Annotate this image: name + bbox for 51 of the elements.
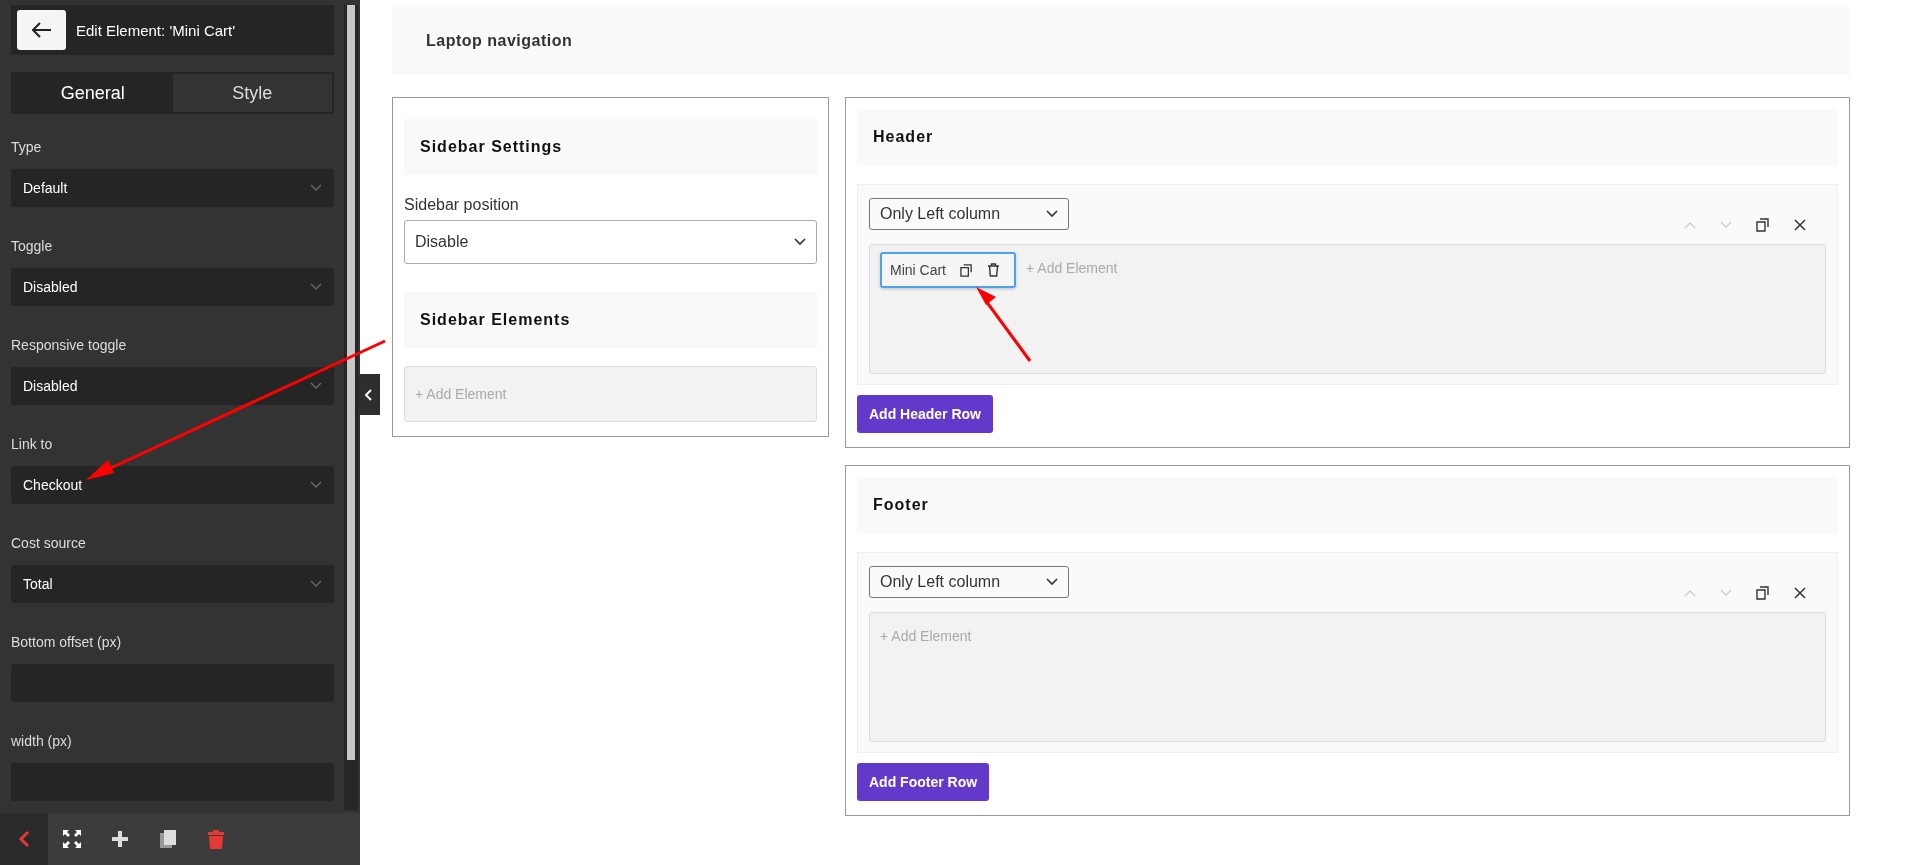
scrollbar[interactable] xyxy=(347,5,355,760)
copy-icon[interactable] xyxy=(1756,586,1770,600)
copy-icon xyxy=(159,829,177,849)
field-label: Link to xyxy=(11,436,54,452)
copy-icon[interactable] xyxy=(1756,218,1770,232)
plus-icon xyxy=(111,830,129,848)
chevron-down-icon xyxy=(310,184,322,192)
field-label: Bottom offset (px) xyxy=(11,634,123,650)
select-field[interactable]: Disabled xyxy=(11,268,334,306)
close-icon[interactable] xyxy=(1794,587,1806,599)
chevron-down-icon xyxy=(310,580,322,588)
section-title: Sidebar Settings xyxy=(420,138,563,156)
section-title: Header xyxy=(873,128,934,146)
chevron-down-icon xyxy=(310,283,322,291)
collapse-panel-button[interactable] xyxy=(358,374,380,415)
field-label: Toggle xyxy=(11,238,54,254)
chevron-down-icon xyxy=(310,382,322,390)
select-field[interactable]: Checkout xyxy=(11,466,334,504)
field-label: Responsive toggle xyxy=(11,337,128,353)
layout-select[interactable]: Only Left column xyxy=(869,566,1069,598)
field-label: Type xyxy=(11,139,43,155)
select-field[interactable]: Default xyxy=(11,169,334,207)
chevron-left-icon xyxy=(18,830,30,848)
select-field[interactable]: Disable xyxy=(404,220,817,264)
page-title: Laptop navigation xyxy=(426,32,573,50)
chevron-down-icon xyxy=(310,481,322,489)
element-chip[interactable]: Mini Cart xyxy=(880,252,1016,288)
field-label: Cost source xyxy=(11,535,87,551)
back-button[interactable] xyxy=(17,10,66,50)
copy-icon[interactable] xyxy=(960,263,973,277)
trash-icon[interactable] xyxy=(987,263,1000,277)
select-field[interactable]: Total xyxy=(11,565,334,603)
layout-select[interactable]: Only Left column xyxy=(869,198,1069,230)
panel-title: Edit Element: 'Mini Cart' xyxy=(76,21,236,39)
field-label: Sidebar position xyxy=(404,196,520,214)
add-row-button[interactable]: Add Footer Row xyxy=(857,763,990,801)
trash-icon xyxy=(207,829,225,849)
arrow-left-icon xyxy=(31,22,52,38)
section-title: Footer xyxy=(873,496,929,514)
close-icon[interactable] xyxy=(1794,219,1806,231)
section-title: Sidebar Elements xyxy=(420,311,571,329)
expand-icon xyxy=(62,829,82,849)
select-field[interactable]: Disabled xyxy=(11,367,334,405)
chevron-down-icon xyxy=(1046,578,1058,586)
field-label: width (px) xyxy=(11,733,73,749)
add-row-button[interactable]: Add Header Row xyxy=(857,395,993,433)
chevron-left-icon xyxy=(365,388,373,401)
chevron-down-icon xyxy=(794,238,806,246)
element-label: Mini Cart xyxy=(890,262,946,278)
chevron-down-icon xyxy=(1046,210,1058,218)
tab[interactable]: Style xyxy=(172,74,332,112)
